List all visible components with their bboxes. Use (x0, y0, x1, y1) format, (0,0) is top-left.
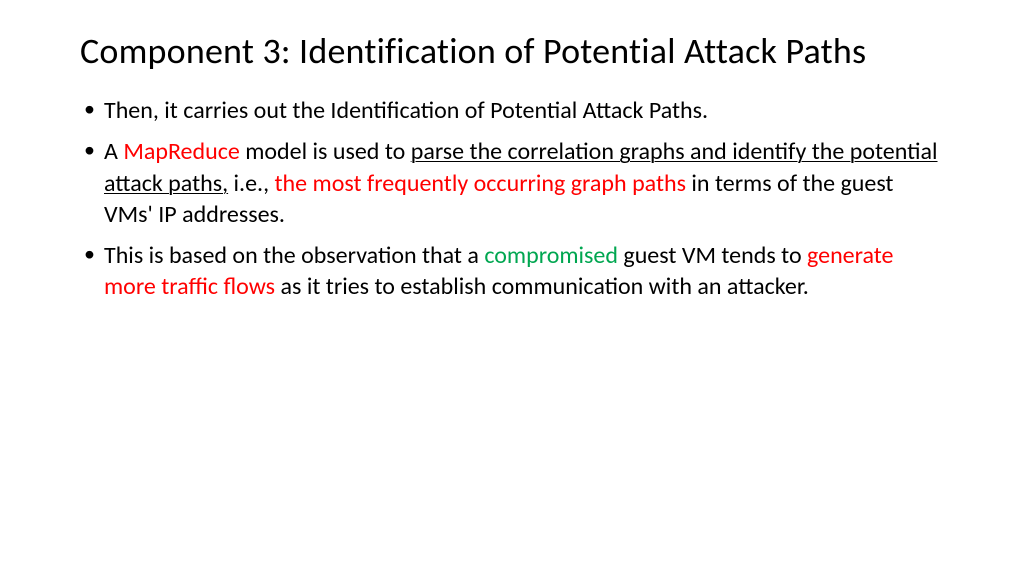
body-text: Then, it carries out the Identification … (104, 96, 708, 125)
highlight-text: the most frequently occurring graph path… (275, 169, 687, 198)
body-text: guest VM tends to (618, 241, 807, 270)
list-item: A MapReduce model is used to parse the c… (80, 136, 944, 230)
body-text: i.e., (228, 169, 274, 198)
highlight-text: MapReduce (123, 137, 239, 166)
slide-title: Component 3: Identification of Potential… (80, 30, 944, 73)
body-text: This is based on the observation that a (104, 241, 484, 270)
body-text: as it tries to establish communication w… (275, 272, 809, 301)
highlight-text: compromised (484, 241, 618, 270)
bullet-list: Then, it carries out the Identification … (80, 95, 944, 302)
list-item: This is based on the observation that a … (80, 240, 944, 302)
list-item: Then, it carries out the Identification … (80, 95, 944, 126)
body-text: model is used to (240, 137, 411, 166)
body-text: A (104, 137, 123, 166)
